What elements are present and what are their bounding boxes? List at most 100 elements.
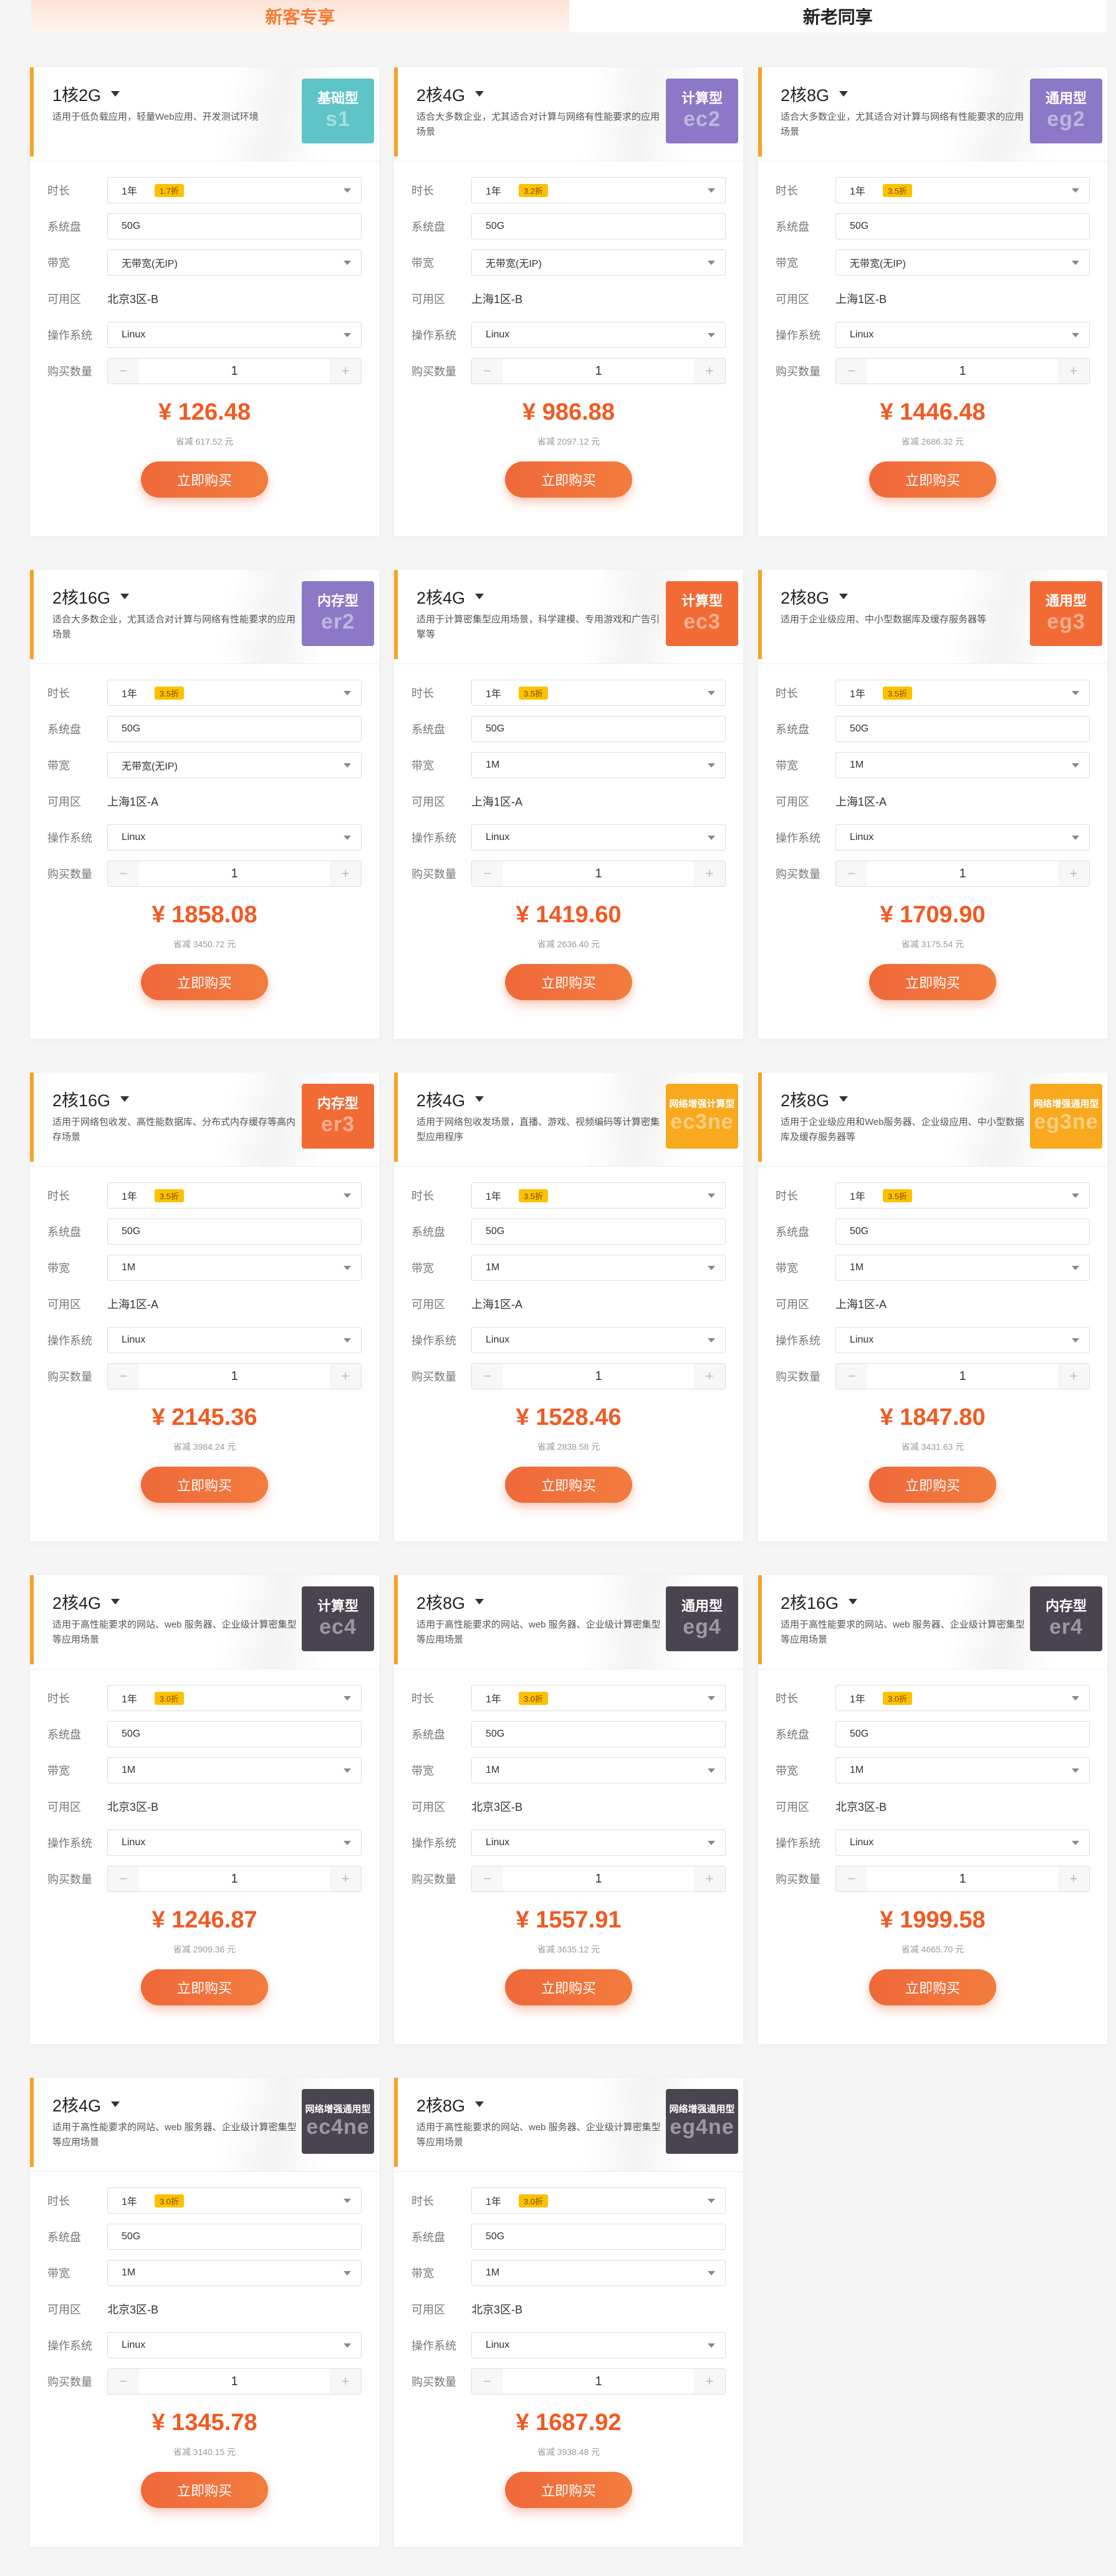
os-select[interactable]: Linux [107, 322, 362, 348]
decrement-button[interactable]: − [108, 861, 139, 886]
decrement-button[interactable]: − [836, 1364, 867, 1389]
bandwidth-select[interactable]: 1M [835, 752, 1090, 778]
duration-select[interactable]: 1年 3.5折 [471, 680, 726, 706]
os-select[interactable]: Linux [107, 1327, 362, 1353]
quantity-value[interactable]: 1 [139, 1369, 330, 1384]
duration-select[interactable]: 1年 3.5折 [835, 1182, 1090, 1208]
bandwidth-select[interactable]: 1M [471, 1255, 726, 1281]
decrement-button[interactable]: − [108, 1866, 139, 1891]
decrement-button[interactable]: − [472, 359, 503, 384]
quantity-value[interactable]: 1 [867, 364, 1058, 379]
bandwidth-select[interactable]: 1M [471, 752, 726, 778]
bandwidth-select[interactable]: 无带宽(无IP) [471, 249, 726, 276]
duration-select[interactable]: 1年 3.0折 [471, 1685, 726, 1711]
duration-select[interactable]: 1年 3.5折 [107, 1182, 362, 1208]
disk-input[interactable]: 50G [471, 1218, 726, 1245]
quantity-value[interactable]: 1 [503, 1872, 694, 1886]
buy-now-button[interactable]: 立即购买 [869, 1969, 996, 2005]
buy-now-button[interactable]: 立即购买 [505, 461, 632, 498]
os-select[interactable]: Linux [835, 824, 1090, 851]
decrement-button[interactable]: − [472, 1364, 503, 1389]
buy-now-button[interactable]: 立即购买 [505, 2472, 632, 2508]
os-select[interactable]: Linux [107, 1830, 362, 1856]
duration-select[interactable]: 1年 1.7折 [107, 177, 362, 203]
quantity-value[interactable]: 1 [503, 1369, 694, 1384]
bandwidth-select[interactable]: 无带宽(无IP) [107, 752, 362, 778]
increment-button[interactable]: + [694, 1364, 725, 1389]
decrement-button[interactable]: − [836, 861, 867, 886]
increment-button[interactable]: + [330, 1866, 361, 1891]
duration-select[interactable]: 1年 3.0折 [835, 1685, 1090, 1711]
increment-button[interactable]: + [694, 1866, 725, 1891]
bandwidth-select[interactable]: 1M [835, 1757, 1090, 1783]
buy-now-button[interactable]: 立即购买 [505, 1467, 632, 1503]
disk-input[interactable]: 50G [471, 716, 726, 742]
quantity-value[interactable]: 1 [139, 1872, 330, 1886]
disk-input[interactable]: 50G [107, 716, 362, 742]
duration-select[interactable]: 1年 3.5折 [107, 680, 362, 706]
disk-input[interactable]: 50G [471, 2224, 726, 2250]
increment-button[interactable]: + [694, 861, 725, 886]
quantity-value[interactable]: 1 [503, 867, 694, 881]
quantity-value[interactable]: 1 [867, 1369, 1058, 1384]
bandwidth-select[interactable]: 1M [107, 1255, 362, 1281]
buy-now-button[interactable]: 立即购买 [141, 1969, 268, 2005]
duration-select[interactable]: 1年 3.2折 [471, 177, 726, 203]
os-select[interactable]: Linux [835, 1830, 1090, 1856]
increment-button[interactable]: + [1058, 359, 1089, 384]
duration-select[interactable]: 1年 3.0折 [107, 2188, 362, 2214]
bandwidth-select[interactable]: 1M [471, 1757, 726, 1783]
decrement-button[interactable]: − [472, 861, 503, 886]
tab-existing-customer[interactable]: 新老同享 [569, 0, 1107, 32]
decrement-button[interactable]: − [472, 1866, 503, 1891]
disk-input[interactable]: 50G [107, 213, 362, 239]
disk-input[interactable]: 50G [835, 716, 1090, 742]
decrement-button[interactable]: − [108, 1364, 139, 1389]
bandwidth-select[interactable]: 无带宽(无IP) [107, 249, 362, 276]
quantity-value[interactable]: 1 [139, 867, 330, 881]
disk-input[interactable]: 50G [107, 2224, 362, 2250]
bandwidth-select[interactable]: 无带宽(无IP) [835, 249, 1090, 276]
buy-now-button[interactable]: 立即购买 [505, 964, 632, 1000]
decrement-button[interactable]: − [836, 359, 867, 384]
os-select[interactable]: Linux [471, 322, 726, 348]
increment-button[interactable]: + [330, 1364, 361, 1389]
increment-button[interactable]: + [330, 2369, 361, 2394]
decrement-button[interactable]: − [836, 1866, 867, 1891]
buy-now-button[interactable]: 立即购买 [869, 964, 996, 1000]
buy-now-button[interactable]: 立即购买 [869, 461, 996, 498]
decrement-button[interactable]: − [472, 2369, 503, 2394]
os-select[interactable]: Linux [835, 322, 1090, 348]
bandwidth-select[interactable]: 1M [471, 2260, 726, 2286]
disk-input[interactable]: 50G [835, 1218, 1090, 1245]
buy-now-button[interactable]: 立即购买 [869, 1467, 996, 1503]
duration-select[interactable]: 1年 3.0折 [107, 1685, 362, 1711]
os-select[interactable]: Linux [107, 824, 362, 851]
buy-now-button[interactable]: 立即购买 [141, 1467, 268, 1503]
os-select[interactable]: Linux [107, 2332, 362, 2358]
os-select[interactable]: Linux [471, 1830, 726, 1856]
quantity-value[interactable]: 1 [139, 364, 330, 379]
increment-button[interactable]: + [1058, 861, 1089, 886]
tab-new-customer[interactable]: 新客专享 [31, 0, 569, 32]
increment-button[interactable]: + [694, 359, 725, 384]
increment-button[interactable]: + [694, 2369, 725, 2394]
quantity-value[interactable]: 1 [139, 2375, 330, 2389]
os-select[interactable]: Linux [471, 824, 726, 851]
buy-now-button[interactable]: 立即购买 [141, 461, 268, 498]
bandwidth-select[interactable]: 1M [835, 1255, 1090, 1281]
buy-now-button[interactable]: 立即购买 [141, 2472, 268, 2508]
os-select[interactable]: Linux [471, 2332, 726, 2358]
increment-button[interactable]: + [330, 359, 361, 384]
os-select[interactable]: Linux [471, 1327, 726, 1353]
increment-button[interactable]: + [330, 861, 361, 886]
disk-input[interactable]: 50G [471, 213, 726, 239]
duration-select[interactable]: 1年 3.5折 [835, 680, 1090, 706]
disk-input[interactable]: 50G [107, 1218, 362, 1245]
buy-now-button[interactable]: 立即购买 [141, 964, 268, 1000]
quantity-value[interactable]: 1 [503, 364, 694, 379]
increment-button[interactable]: + [1058, 1866, 1089, 1891]
duration-select[interactable]: 1年 3.5折 [835, 177, 1090, 203]
decrement-button[interactable]: − [108, 359, 139, 384]
disk-input[interactable]: 50G [835, 1721, 1090, 1747]
